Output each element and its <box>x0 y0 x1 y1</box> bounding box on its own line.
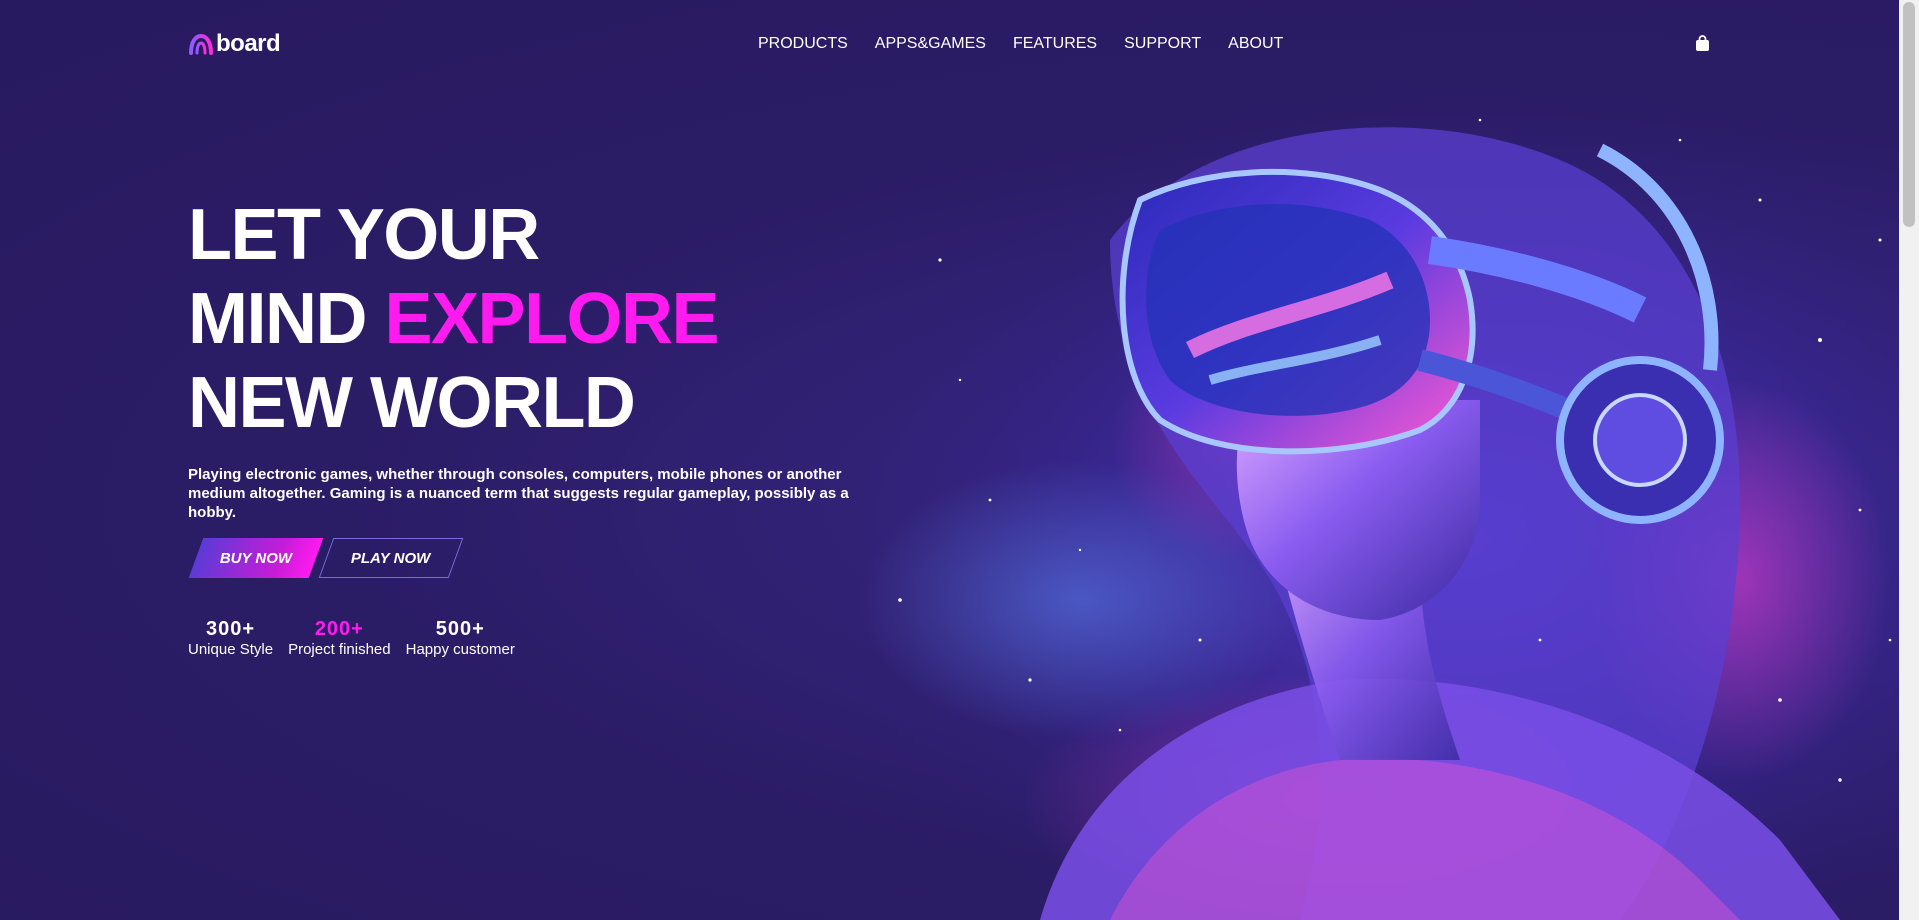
nav-support[interactable]: SUPPORT <box>1124 35 1201 53</box>
nav-products[interactable]: PRODUCTS <box>758 35 848 53</box>
buy-now-button[interactable]: BUY NOW <box>188 538 324 578</box>
logo-text: board <box>216 30 281 57</box>
headline-line-3: NEW WORLD <box>188 363 636 443</box>
play-now-label: PLAY NOW <box>351 549 431 567</box>
stat-label: Unique Style <box>188 641 274 658</box>
stat-unique-style: 300+ Unique Style <box>188 618 273 660</box>
stat-value: 300+ <box>206 618 256 640</box>
main-nav: PRODUCTS APPS&GAMES FEATURES SUPPORT ABO… <box>758 35 1283 53</box>
play-now-button[interactable]: PLAY NOW <box>318 538 464 578</box>
buy-now-label: BUY NOW <box>219 549 293 567</box>
headline-line-2-start: MIND <box>188 279 367 359</box>
hero-headline: LET YOUR MIND EXPLORE NEW WORLD <box>188 193 908 445</box>
stats-row: 300+ Unique Style 200+ Project finished … <box>188 618 908 660</box>
headline-accent: EXPLORE <box>384 279 720 359</box>
headline-line-1: LET YOUR <box>188 195 540 275</box>
nav-apps-games[interactable]: APPS&GAMES <box>875 35 986 53</box>
hero-description: Playing electronic games, whether throug… <box>188 466 849 521</box>
stat-label: Project finished <box>288 641 391 658</box>
shopping-bag-icon[interactable] <box>1695 35 1710 57</box>
hero-buttons: BUY NOW PLAY NOW <box>188 538 908 578</box>
vr-headset-hero-image <box>780 80 1919 920</box>
logo-arch-icon <box>189 33 213 55</box>
stat-project-finished: 200+ Project finished <box>288 618 391 660</box>
hero-section: LET YOUR MIND EXPLORE NEW WORLD Playing … <box>188 193 908 660</box>
stat-value: 200+ <box>314 618 364 640</box>
stat-value: 500+ <box>435 618 485 640</box>
stat-label: Happy customer <box>405 641 515 658</box>
site-header: board PRODUCTS APPS&GAMES FEATURES SUPPO… <box>0 0 1899 90</box>
page-scrollbar[interactable] <box>1899 0 1919 920</box>
nav-about[interactable]: ABOUT <box>1228 35 1283 53</box>
scrollbar-thumb[interactable] <box>1903 2 1915 227</box>
logo[interactable]: board <box>188 30 281 58</box>
page: board PRODUCTS APPS&GAMES FEATURES SUPPO… <box>0 0 1919 920</box>
stat-happy-customer: 500+ Happy customer <box>406 618 515 660</box>
nav-features[interactable]: FEATURES <box>1013 35 1097 53</box>
